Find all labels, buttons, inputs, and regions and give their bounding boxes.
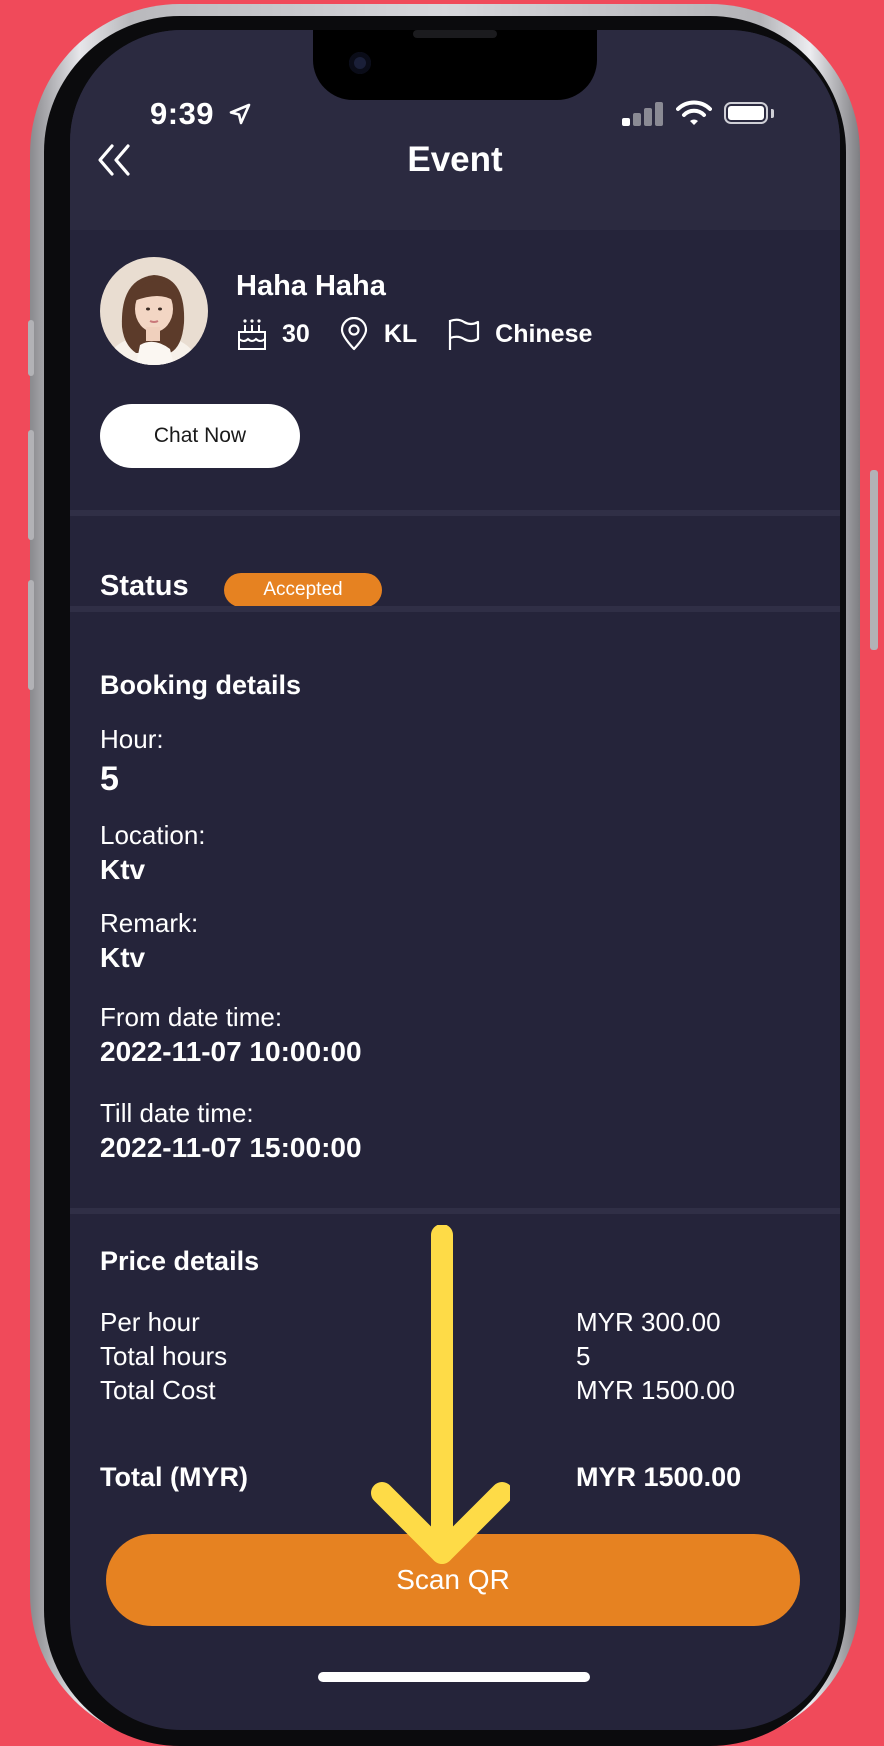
profile-language: Chinese <box>495 319 593 348</box>
phone-notch <box>313 30 597 100</box>
hour-label: Hour: <box>100 724 164 754</box>
status-label: Status <box>100 570 189 602</box>
price-row-value: 5 <box>576 1341 591 1371</box>
profile-location: KL <box>383 319 418 348</box>
location-arrow-icon <box>229 103 251 125</box>
flag-icon <box>449 318 480 350</box>
location-value: Ktv <box>100 854 146 885</box>
profile-name: Haha Haha <box>236 270 386 302</box>
status-badge: Accepted <box>224 573 382 607</box>
price-row-value: MYR 300.00 <box>576 1307 721 1337</box>
price-details-title: Price details <box>100 1246 260 1276</box>
map-pin-icon <box>340 317 367 351</box>
battery-tip <box>771 109 774 118</box>
booking-details-title: Booking details <box>100 670 302 700</box>
cell-signal-icon <box>622 100 666 126</box>
till-date-label: Till date time: <box>100 1098 254 1128</box>
phone-screen: Event 9:39 Haha Haha 30 KL Chinese Chat … <box>70 30 840 1730</box>
phone-side-button <box>28 580 34 690</box>
location-label: Location: <box>100 820 206 850</box>
chat-now-button[interactable]: Chat Now <box>100 404 300 468</box>
page-title: Event <box>407 140 503 179</box>
section-divider <box>70 606 840 612</box>
price-row-label: Per hour <box>100 1307 200 1337</box>
birthday-cake-icon <box>238 319 266 350</box>
phone-side-button <box>28 320 34 376</box>
from-date-value: 2022-11-07 10:00:00 <box>100 1036 362 1067</box>
total-value: MYR 1500.00 <box>576 1462 742 1492</box>
avatar <box>100 257 208 365</box>
section-divider <box>70 510 840 516</box>
till-date-value: 2022-11-07 15:00:00 <box>100 1132 362 1163</box>
phone-side-button <box>870 470 878 650</box>
battery-icon <box>724 102 768 124</box>
front-camera <box>349 52 371 74</box>
home-indicator <box>318 1672 590 1682</box>
arrow-down-icon <box>371 1225 510 1564</box>
profile-age: 30 <box>282 319 310 348</box>
price-row-value: MYR 1500.00 <box>576 1375 735 1405</box>
section-divider <box>70 1208 840 1214</box>
total-label: Total (MYR) <box>100 1462 248 1492</box>
remark-value: Ktv <box>100 942 146 973</box>
wifi-icon <box>676 100 712 125</box>
notch-speaker <box>413 30 497 38</box>
hour-value: 5 <box>100 760 119 798</box>
status-time: 9:39 <box>150 96 215 131</box>
avatar-portrait <box>100 257 208 365</box>
from-date-label: From date time: <box>100 1002 283 1032</box>
price-row-label: Total hours <box>100 1341 228 1371</box>
profile-meta: 30 KL Chinese <box>236 314 592 354</box>
phone-side-button <box>28 430 34 540</box>
remark-label: Remark: <box>100 908 199 938</box>
price-row-label: Total Cost <box>100 1375 216 1405</box>
